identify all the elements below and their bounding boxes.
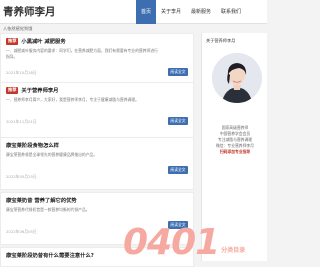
post-card: 推荐 关于营养师李月 一、营养师李月简介，大家好，我是营养师李月，专注于健康减脂… <box>0 82 194 145</box>
nav-about[interactable]: 关于李月 <box>156 0 186 24</box>
nav-services[interactable]: 最新服务 <box>186 0 216 24</box>
post-date: 2021年11月01日 <box>6 118 37 124</box>
nav-home[interactable]: 首页 <box>135 0 156 24</box>
post-card: 康宝莱阶段食物怎么样 康宝莱营养餐是全球领先的营养健康品牌推出的产品。 2022… <box>0 137 194 190</box>
post-excerpt: 一、减肥减叶服务内容的要求：同学们，在营养减肥方面，我们有需要有专业的营养师进行… <box>6 48 158 60</box>
site-subtitle: 人依然感觉到饿 <box>3 26 33 31</box>
post-date: 2021年10月18日 <box>6 69 37 75</box>
read-more-button[interactable]: 阅读全文 <box>168 117 188 125</box>
author-highlight: 扫码添加专业指导 <box>219 149 251 154</box>
post-excerpt: 一、营养师李月简介，大家好，我是营养师李月，专注于健康减脂与营养调理。 <box>6 97 139 102</box>
top-bar: 青养师李月 首页 关于李月 最新服务 联系我们 <box>0 0 267 24</box>
watermark-line: 分类目录 <box>221 247 246 254</box>
author-avatar <box>212 53 262 103</box>
recommend-tag: 推荐 <box>6 37 19 45</box>
read-more-button[interactable]: 阅读全文 <box>168 68 188 76</box>
post-title[interactable]: 康宝莱奶昔 营养了解它的优势 <box>6 196 188 204</box>
main-nav: 首页 关于李月 最新服务 联系我们 <box>135 0 246 24</box>
post-title[interactable]: 康宝莱阶段食物怎么样 <box>6 141 188 149</box>
watermark-number: 0401 <box>123 222 220 263</box>
sidebar-title: 关于营养师李月 <box>206 38 236 43</box>
site-watermark: 0401 分类目录 <box>123 213 245 261</box>
watermark-text: 分类目录 <box>221 247 245 255</box>
site-logo[interactable]: 青养师李月 <box>3 4 56 19</box>
post-title-text[interactable]: 关于营养师李月 <box>21 86 58 94</box>
read-more-button[interactable]: 阅读全文 <box>168 166 188 174</box>
portrait-image <box>212 53 262 103</box>
post-title[interactable]: 推荐 小黑减叶 减肥服务 <box>6 37 188 45</box>
nav-contact[interactable]: 联系我们 <box>216 0 246 24</box>
post-title[interactable]: 推荐 关于营养师李月 <box>6 86 188 94</box>
post-title-text[interactable]: 小黑减叶 减肥服务 <box>21 37 65 45</box>
post-date: 2022年05月25日 <box>6 173 37 179</box>
recommend-tag: 推荐 <box>6 86 19 94</box>
post-excerpt: 康宝莱营养餐是全球领先的营养健康品牌推出的产品。 <box>6 152 98 157</box>
author-info: 国家高级营养师 中国营养学会会员 专注减脂与营养调理 微信：专业营养师李月 扫码… <box>202 125 268 155</box>
